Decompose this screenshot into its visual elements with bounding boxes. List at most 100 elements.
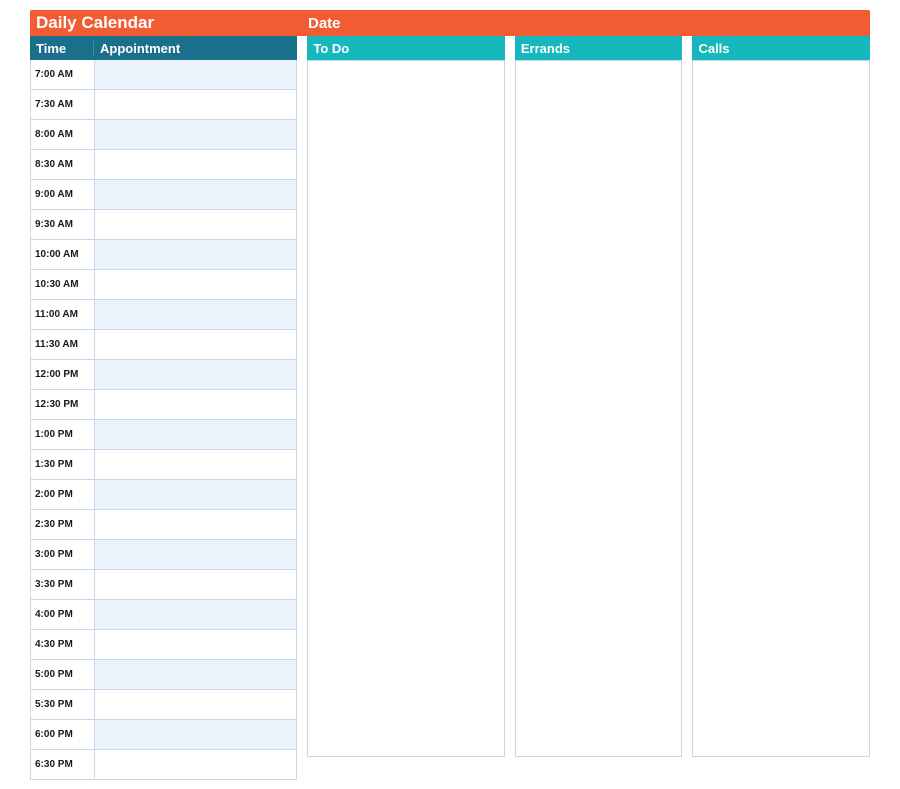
todo-row[interactable]: [307, 582, 505, 612]
time-cell: 4:00 PM: [31, 600, 95, 629]
errands-row[interactable]: [515, 118, 683, 148]
calls-row[interactable]: [692, 408, 870, 438]
calls-row[interactable]: [692, 350, 870, 380]
calls-row[interactable]: [692, 60, 870, 90]
errands-row[interactable]: [515, 321, 683, 351]
appointment-cell[interactable]: [95, 360, 297, 389]
errands-row[interactable]: [515, 524, 683, 554]
calls-row[interactable]: [692, 640, 870, 670]
appointment-cell[interactable]: [95, 540, 297, 569]
appointment-cell[interactable]: [95, 120, 297, 149]
calls-row[interactable]: [692, 379, 870, 409]
errands-row[interactable]: [515, 292, 683, 322]
calls-row[interactable]: [692, 176, 870, 206]
todo-row[interactable]: [307, 292, 505, 322]
errands-row[interactable]: [515, 698, 683, 728]
todo-row[interactable]: [307, 89, 505, 119]
errands-row[interactable]: [515, 89, 683, 119]
appointment-cell[interactable]: [95, 480, 297, 509]
errands-row[interactable]: [515, 727, 683, 757]
todo-row[interactable]: [307, 408, 505, 438]
errands-row[interactable]: [515, 611, 683, 641]
todo-row[interactable]: [307, 263, 505, 293]
calls-row[interactable]: [692, 466, 870, 496]
appointment-cell[interactable]: [95, 150, 297, 179]
schedule-row: 7:30 AM: [31, 90, 297, 120]
errands-row[interactable]: [515, 640, 683, 670]
errands-row[interactable]: [515, 437, 683, 467]
appointment-cell[interactable]: [95, 510, 297, 539]
todo-row[interactable]: [307, 437, 505, 467]
todo-row[interactable]: [307, 669, 505, 699]
todo-row[interactable]: [307, 147, 505, 177]
calls-row[interactable]: [692, 437, 870, 467]
calls-row[interactable]: [692, 524, 870, 554]
calls-row[interactable]: [692, 669, 870, 699]
appointment-cell[interactable]: [95, 570, 297, 599]
calls-row[interactable]: [692, 292, 870, 322]
appointment-cell[interactable]: [95, 420, 297, 449]
errands-row[interactable]: [515, 582, 683, 612]
appointment-cell[interactable]: [95, 180, 297, 209]
appointment-cell[interactable]: [95, 300, 297, 329]
appointment-cell[interactable]: [95, 330, 297, 359]
errands-row[interactable]: [515, 408, 683, 438]
errands-row[interactable]: [515, 234, 683, 264]
todo-row[interactable]: [307, 698, 505, 728]
calls-row[interactable]: [692, 727, 870, 757]
appointment-cell[interactable]: [95, 60, 297, 89]
todo-row[interactable]: [307, 118, 505, 148]
calls-row[interactable]: [692, 495, 870, 525]
calls-row[interactable]: [692, 611, 870, 641]
calls-row[interactable]: [692, 147, 870, 177]
todo-row[interactable]: [307, 640, 505, 670]
calls-row[interactable]: [692, 698, 870, 728]
appointment-cell[interactable]: [95, 90, 297, 119]
todo-row[interactable]: [307, 205, 505, 235]
errands-row[interactable]: [515, 176, 683, 206]
schedule-row: 3:00 PM: [31, 540, 297, 570]
appointment-cell[interactable]: [95, 450, 297, 479]
errands-row[interactable]: [515, 60, 683, 90]
appointment-cell[interactable]: [95, 660, 297, 689]
appointment-cell[interactable]: [95, 240, 297, 269]
appointment-cell[interactable]: [95, 690, 297, 719]
errands-row[interactable]: [515, 553, 683, 583]
appointment-cell[interactable]: [95, 750, 297, 779]
appointment-cell[interactable]: [95, 720, 297, 749]
errands-row[interactable]: [515, 379, 683, 409]
todo-row[interactable]: [307, 495, 505, 525]
todo-row[interactable]: [307, 466, 505, 496]
todo-row[interactable]: [307, 60, 505, 90]
calls-row[interactable]: [692, 553, 870, 583]
errands-row[interactable]: [515, 466, 683, 496]
todo-row[interactable]: [307, 611, 505, 641]
errands-row[interactable]: [515, 669, 683, 699]
appointment-cell[interactable]: [95, 210, 297, 239]
appointment-cell[interactable]: [95, 390, 297, 419]
todo-row[interactable]: [307, 176, 505, 206]
todo-row[interactable]: [307, 727, 505, 757]
errands-row[interactable]: [515, 350, 683, 380]
errands-row[interactable]: [515, 147, 683, 177]
todo-row[interactable]: [307, 350, 505, 380]
time-cell: 9:00 AM: [31, 180, 95, 209]
calls-row[interactable]: [692, 205, 870, 235]
errands-row[interactable]: [515, 205, 683, 235]
appointment-cell[interactable]: [95, 600, 297, 629]
calls-row[interactable]: [692, 118, 870, 148]
errands-row[interactable]: [515, 495, 683, 525]
calls-row[interactable]: [692, 263, 870, 293]
calls-row[interactable]: [692, 582, 870, 612]
todo-row[interactable]: [307, 524, 505, 554]
calls-row[interactable]: [692, 234, 870, 264]
todo-row[interactable]: [307, 321, 505, 351]
errands-row[interactable]: [515, 263, 683, 293]
todo-row[interactable]: [307, 379, 505, 409]
calls-row[interactable]: [692, 89, 870, 119]
appointment-cell[interactable]: [95, 270, 297, 299]
todo-row[interactable]: [307, 234, 505, 264]
todo-row[interactable]: [307, 553, 505, 583]
calls-row[interactable]: [692, 321, 870, 351]
appointment-cell[interactable]: [95, 630, 297, 659]
